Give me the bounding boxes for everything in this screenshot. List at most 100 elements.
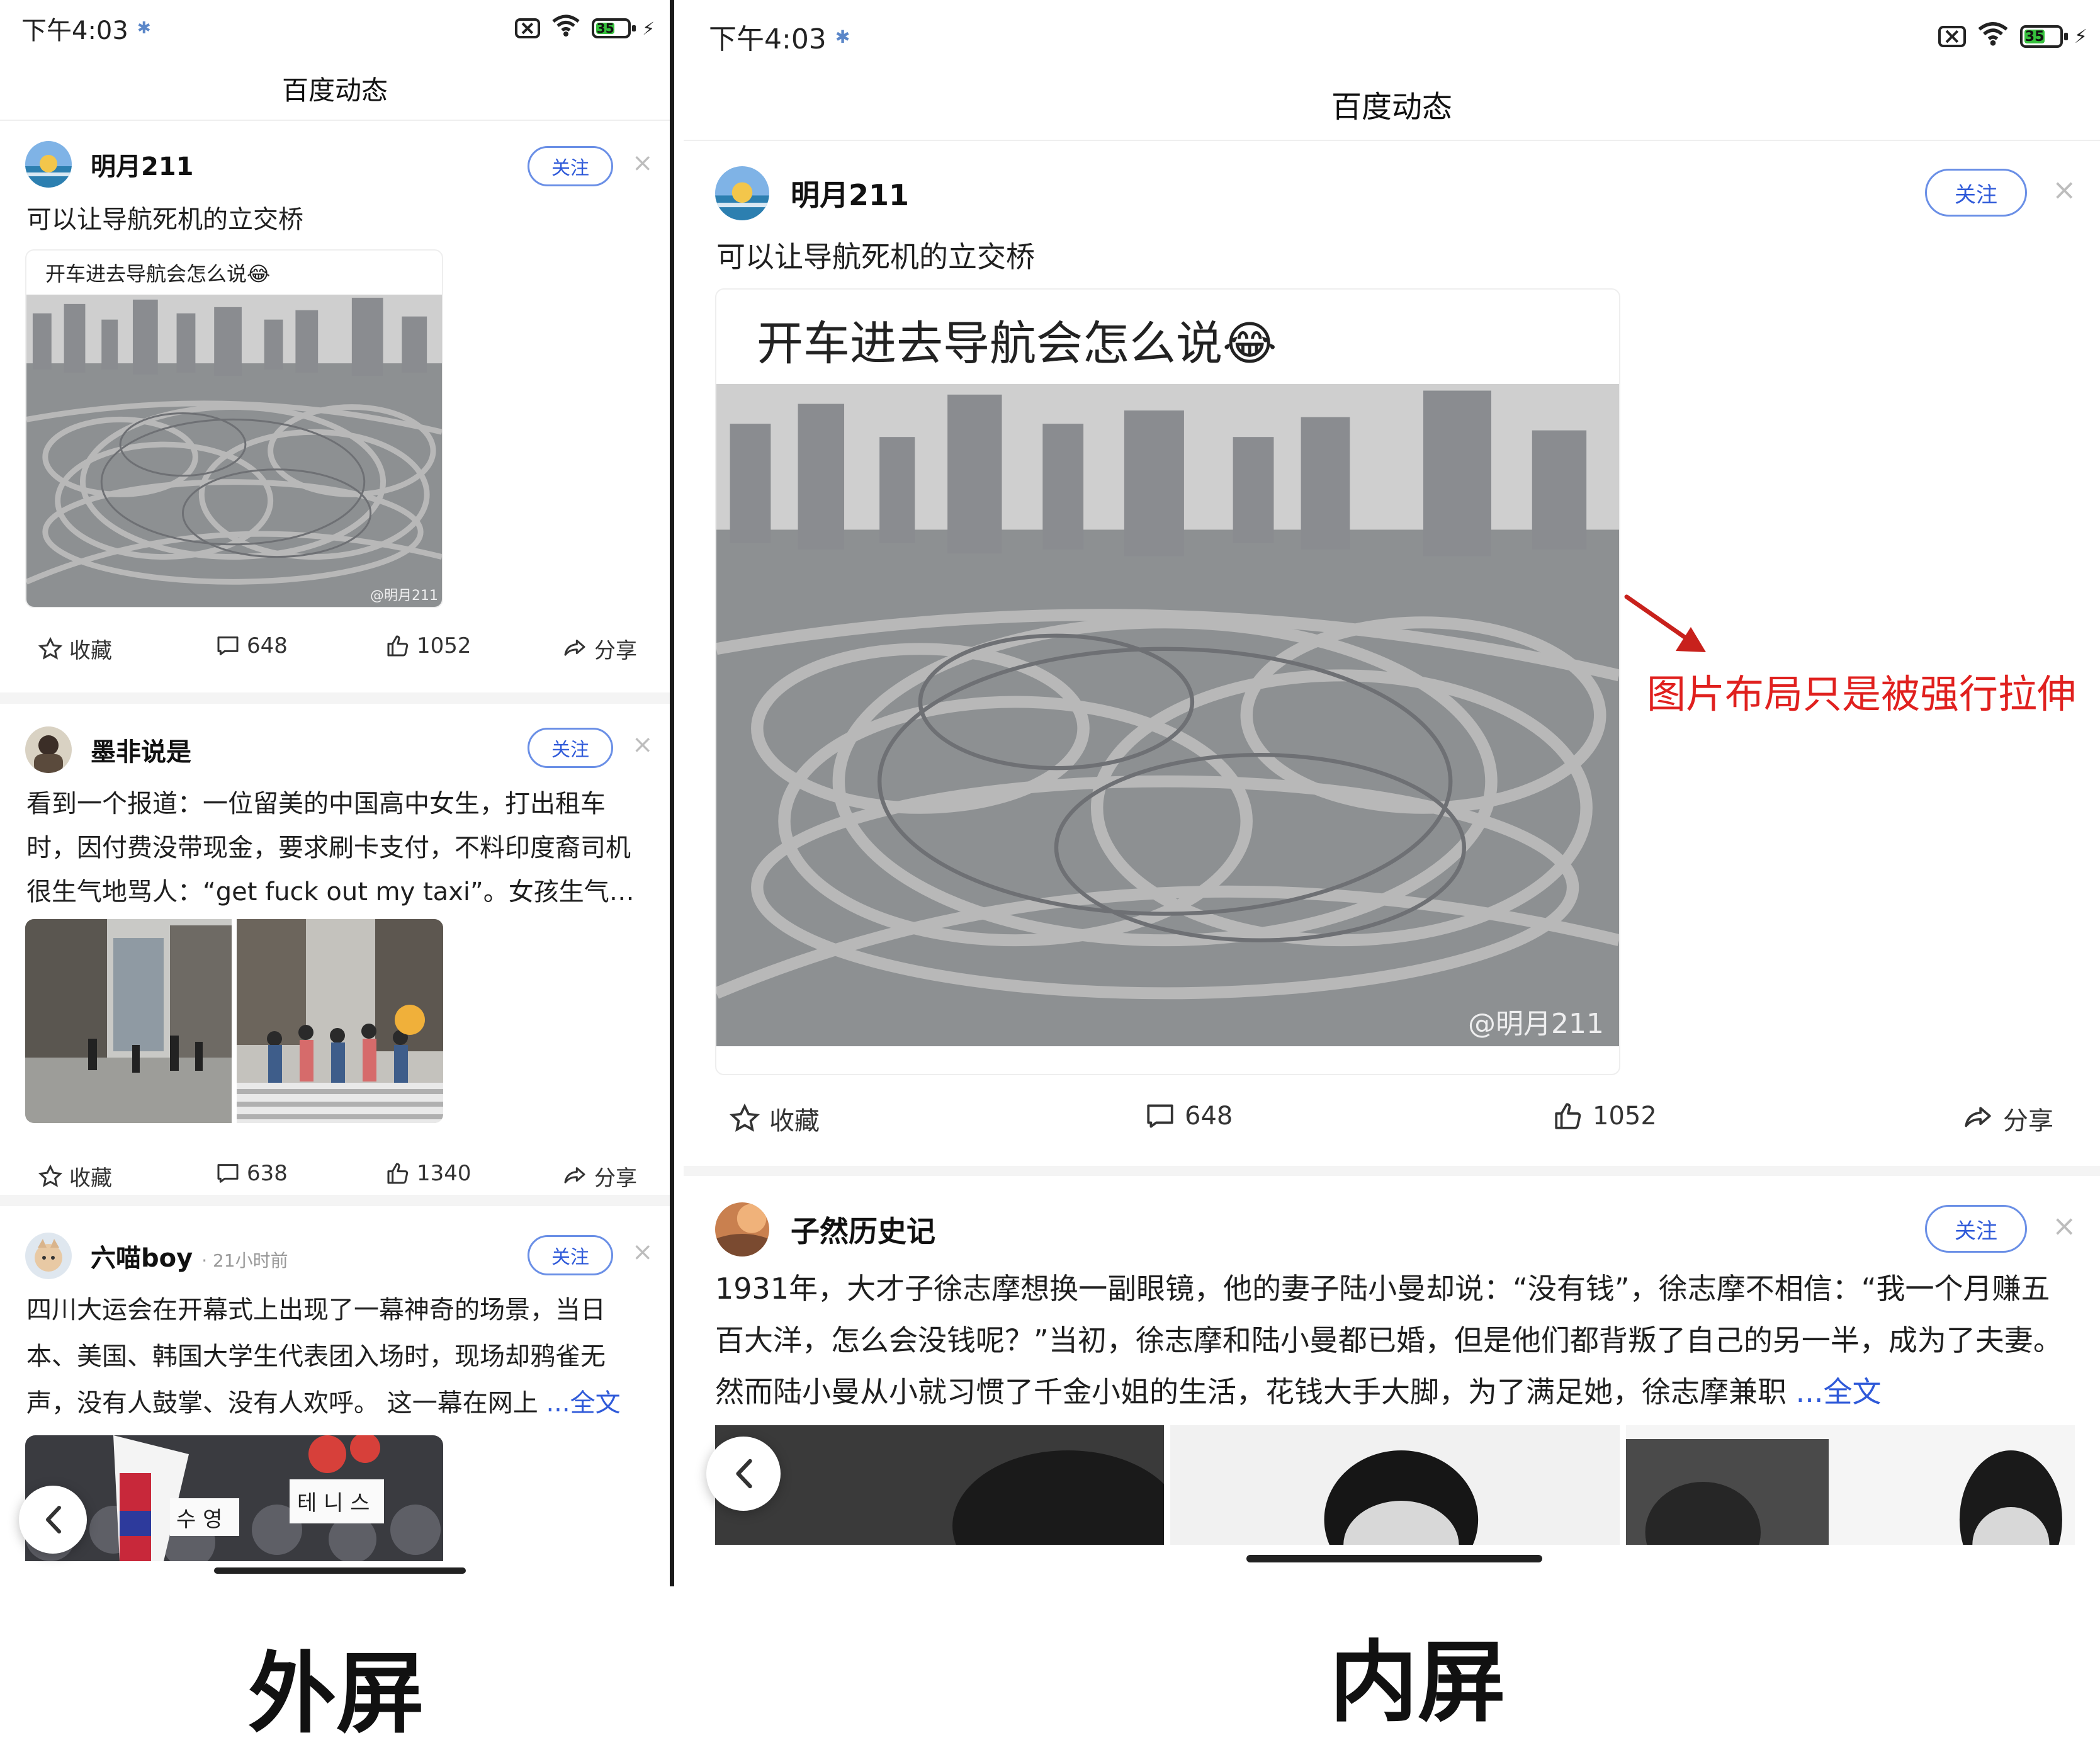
follow-button[interactable]: 关注 — [528, 728, 613, 768]
comment-count: 648 — [247, 633, 288, 658]
share-button[interactable]: 分享 — [562, 1161, 637, 1192]
page-title: 百度动态 — [1331, 89, 1452, 125]
thumbs-up-icon — [387, 635, 409, 657]
portrait-photo[interactable] — [1625, 1425, 2075, 1545]
portrait-photo[interactable] — [1170, 1425, 1620, 1545]
home-indicator[interactable] — [214, 1567, 466, 1574]
close-icon[interactable]: × — [2052, 1209, 2077, 1243]
screen-divider — [670, 0, 674, 1586]
feed-post[interactable]: 墨非说是 关注 × 看到一个报道：一位留美的中国高中女生，打出租车时，因付费没带… — [0, 704, 670, 1195]
feed-post[interactable]: 子然历史记 关注 × 1931年，大才子徐志摩想换一副眼镜，他的妻子陆小曼却说：… — [684, 1176, 2100, 1586]
street-photo[interactable] — [25, 919, 232, 1123]
wifi-icon — [551, 14, 580, 43]
post-text[interactable]: 可以让导航死机的立交桥 — [26, 199, 303, 235]
follow-button[interactable]: 关注 — [1925, 1205, 2027, 1253]
like-button[interactable]: 1052 — [1552, 1100, 1657, 1132]
comment-count: 648 — [1185, 1102, 1233, 1131]
avatar[interactable] — [25, 726, 72, 773]
notification-dot-icon: ✱ — [835, 26, 850, 47]
avatar[interactable] — [25, 1233, 72, 1279]
status-time-group: 下午4:03 ✱ — [709, 16, 850, 57]
favorite-label: 收藏 — [69, 638, 112, 664]
avatar[interactable] — [715, 1202, 769, 1257]
follow-button[interactable]: 关注 — [1925, 169, 2027, 217]
chevron-left-icon[interactable] — [706, 1437, 781, 1511]
notification-dot-icon: ✱ — [137, 19, 151, 38]
image-grid[interactable] — [25, 919, 443, 1123]
read-more-link[interactable]: ...全文 — [1796, 1375, 1882, 1409]
page-title: 百度动态 — [281, 75, 388, 106]
thumbs-up-icon — [1555, 1103, 1581, 1129]
feed-post[interactable]: 六喵boy · 21小时前 关注 × 四川大运会在开幕式上出现了一幕神奇的场景，… — [0, 1206, 670, 1586]
post-text[interactable]: 可以让导航死机的立交桥 — [716, 234, 1035, 276]
status-bar: 下午4:03 ✱ 35 ⚡ — [684, 0, 2100, 73]
post-separator — [684, 1166, 2100, 1176]
share-label: 分享 — [594, 638, 637, 664]
comment-button[interactable]: 648 — [215, 633, 288, 658]
post-image-card[interactable]: 开车进去导航会怎么说😂 @明月211 — [715, 288, 1620, 1075]
close-icon[interactable]: × — [632, 730, 653, 759]
close-icon[interactable]: × — [632, 1238, 653, 1267]
share-button[interactable]: 分享 — [1962, 1100, 2053, 1137]
follow-button[interactable]: 关注 — [528, 1235, 613, 1275]
inner-screen: 下午4:03 ✱ 35 ⚡ 百度动态 明月211 关注 × 可以让导航死机的立交… — [684, 0, 2100, 1586]
author-name[interactable]: 六喵boy — [91, 1238, 193, 1274]
wifi-icon — [1977, 21, 2009, 53]
post-image-card[interactable]: 开车进去导航会怎么说😂 @明月211 — [25, 249, 443, 608]
battery-level: 35 — [2024, 28, 2045, 45]
read-more-link[interactable]: ...全文 — [546, 1389, 620, 1418]
close-icon[interactable]: × — [632, 149, 653, 178]
battery-icon: 35 — [2019, 25, 2068, 48]
status-time: 下午4:03 — [709, 23, 827, 55]
annotation-text: 图片布局只是被强行拉伸 — [1647, 671, 2077, 717]
feed-post[interactable]: 明月211 关注 × 可以让导航死机的立交桥 开车进去导航会怎么说😂 @明月21… — [0, 120, 670, 692]
favorite-button[interactable]: 收藏 — [38, 1161, 112, 1192]
like-button[interactable]: 1052 — [385, 633, 471, 658]
sim-off-icon — [1938, 26, 1966, 47]
share-button[interactable]: 分享 — [562, 633, 637, 664]
post-header: 子然历史记 — [715, 1202, 935, 1257]
close-icon[interactable]: × — [2052, 172, 2077, 206]
interchange-photo: @明月211 — [26, 295, 442, 607]
feed-post[interactable]: 明月211 关注 × 可以让导航死机的立交桥 开车进去导航会怎么说😂 @明月21… — [684, 140, 2100, 1166]
author-name[interactable]: 墨非说是 — [91, 731, 191, 768]
like-count: 1052 — [1593, 1102, 1657, 1131]
like-button[interactable]: 1340 — [385, 1161, 471, 1186]
card-caption: 开车进去导航会怎么说😂 — [757, 317, 1277, 371]
favorite-button[interactable]: 收藏 — [38, 633, 112, 664]
avatar[interactable] — [715, 166, 769, 220]
like-count: 1052 — [417, 633, 471, 658]
post-text[interactable]: 看到一个报道：一位留美的中国高中女生，打出租车时，因付费没带现金，要求刷卡支付，… — [26, 782, 650, 914]
chevron-left-icon[interactable] — [19, 1486, 87, 1554]
star-icon — [729, 1103, 760, 1132]
inner-screen-label: 内屏 — [1329, 1632, 1506, 1734]
author-meta: 六喵boy · 21小时前 — [91, 1238, 288, 1274]
comment-button[interactable]: 638 — [215, 1161, 288, 1186]
image-strip[interactable] — [715, 1425, 2075, 1545]
battery-icon: 35 — [592, 18, 636, 38]
annotation-arrow-icon — [1624, 594, 1706, 652]
author-name[interactable]: 子然历史记 — [791, 1209, 935, 1250]
author-name[interactable]: 明月211 — [791, 172, 909, 214]
home-indicator[interactable] — [1246, 1555, 1542, 1562]
interchange-photo: @明月211 — [716, 384, 1619, 1046]
comment-button[interactable]: 648 — [1144, 1100, 1233, 1132]
watermark: @明月211 — [1468, 1008, 1604, 1040]
like-count: 1340 — [417, 1161, 471, 1186]
crowd-crosswalk-photo[interactable] — [237, 919, 443, 1123]
favorite-button[interactable]: 收藏 — [729, 1100, 820, 1137]
post-separator — [0, 692, 670, 704]
post-text[interactable]: 1931年，大才子徐志摩想换一副眼镜，他的妻子陆小曼却说：“没有钱”，徐志摩不相… — [715, 1263, 2075, 1418]
post-image[interactable]: 수 영 테 니 스 — [25, 1435, 443, 1561]
share-icon — [564, 639, 585, 656]
avatar[interactable] — [25, 141, 72, 188]
portrait-photo[interactable] — [715, 1425, 1183, 1545]
follow-button[interactable]: 关注 — [528, 146, 613, 186]
comment-count: 638 — [247, 1161, 288, 1186]
charging-bolt-icon: ⚡ — [642, 18, 655, 39]
post-separator — [0, 1195, 670, 1206]
thumbs-up-icon — [387, 1163, 409, 1184]
share-label: 分享 — [594, 1166, 637, 1191]
author-name[interactable]: 明月211 — [91, 146, 194, 183]
post-text[interactable]: 四川大运会在开幕式上出现了一幕神奇的场景，当日本、美国、韩国大学生代表团入场时，… — [26, 1287, 650, 1426]
